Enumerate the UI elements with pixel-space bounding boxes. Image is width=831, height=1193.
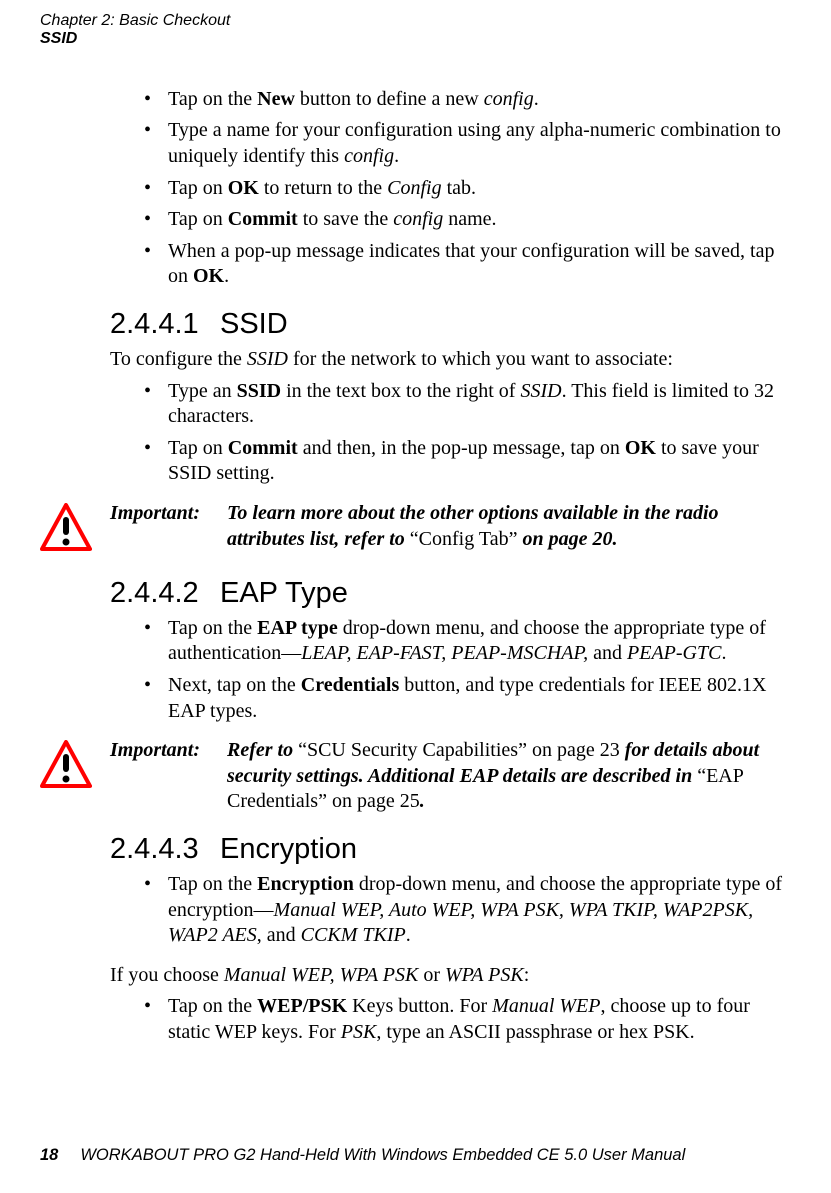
- important-text: Important:To learn more about the other …: [110, 501, 791, 552]
- list-item: Tap on the WEP/PSK Keys button. For Manu…: [138, 994, 791, 1045]
- list-item: Tap on the Encryption drop-down menu, an…: [138, 872, 791, 949]
- footer-title: WORKABOUT PRO G2 Hand-Held With Windows …: [80, 1146, 685, 1164]
- page-number: 18: [40, 1146, 58, 1164]
- important-note-2: Important:Refer to “SCU Security Capabil…: [40, 738, 791, 815]
- heading-ssid: 2.4.4.1SSID: [110, 306, 791, 343]
- heading-encryption: 2.4.4.3Encryption: [110, 831, 791, 868]
- page: Chapter 2: Basic Checkout SSID Tap on th…: [0, 0, 831, 1193]
- header-section: SSID: [40, 30, 791, 48]
- list-item: Tap on Commit to save the config name.: [138, 207, 791, 233]
- list-item: Tap on the EAP type drop-down menu, and …: [138, 616, 791, 667]
- eap-bullet-list: Tap on the EAP type drop-down menu, and …: [138, 616, 791, 724]
- encryption-condition: If you choose Manual WEP, WPA PSK or WPA…: [110, 963, 791, 989]
- list-item: Tap on OK to return to the Config tab.: [138, 176, 791, 202]
- list-item: Type a name for your configuration using…: [138, 118, 791, 169]
- header-chapter: Chapter 2: Basic Checkout: [40, 12, 791, 30]
- important-note-1: Important:To learn more about the other …: [40, 501, 791, 559]
- list-item: Tap on Commit and then, in the pop-up me…: [138, 436, 791, 487]
- warning-icon: [40, 503, 92, 559]
- ssid-intro: To configure the SSID for the network to…: [110, 347, 791, 373]
- list-item: Type an SSID in the text box to the righ…: [138, 379, 791, 430]
- encryption-bullet-list: Tap on the Encryption drop-down menu, an…: [138, 872, 791, 949]
- heading-eap-type: 2.4.4.2EAP Type: [110, 575, 791, 612]
- list-item: Tap on the New button to define a new co…: [138, 87, 791, 113]
- important-text: Important:Refer to “SCU Security Capabil…: [110, 738, 791, 815]
- running-header: Chapter 2: Basic Checkout SSID: [40, 12, 791, 49]
- list-item: Next, tap on the Credentials button, and…: [138, 673, 791, 724]
- ssid-bullet-list: Type an SSID in the text box to the righ…: [138, 379, 791, 487]
- intro-bullet-list: Tap on the New button to define a new co…: [138, 87, 791, 290]
- list-item: When a pop-up message indicates that you…: [138, 239, 791, 290]
- page-footer: 18 WORKABOUT PRO G2 Hand-Held With Window…: [40, 1146, 685, 1165]
- warning-icon: [40, 740, 92, 796]
- encryption-bullet-list-2: Tap on the WEP/PSK Keys button. For Manu…: [138, 994, 791, 1045]
- body-content: Tap on the New button to define a new co…: [110, 87, 791, 1046]
